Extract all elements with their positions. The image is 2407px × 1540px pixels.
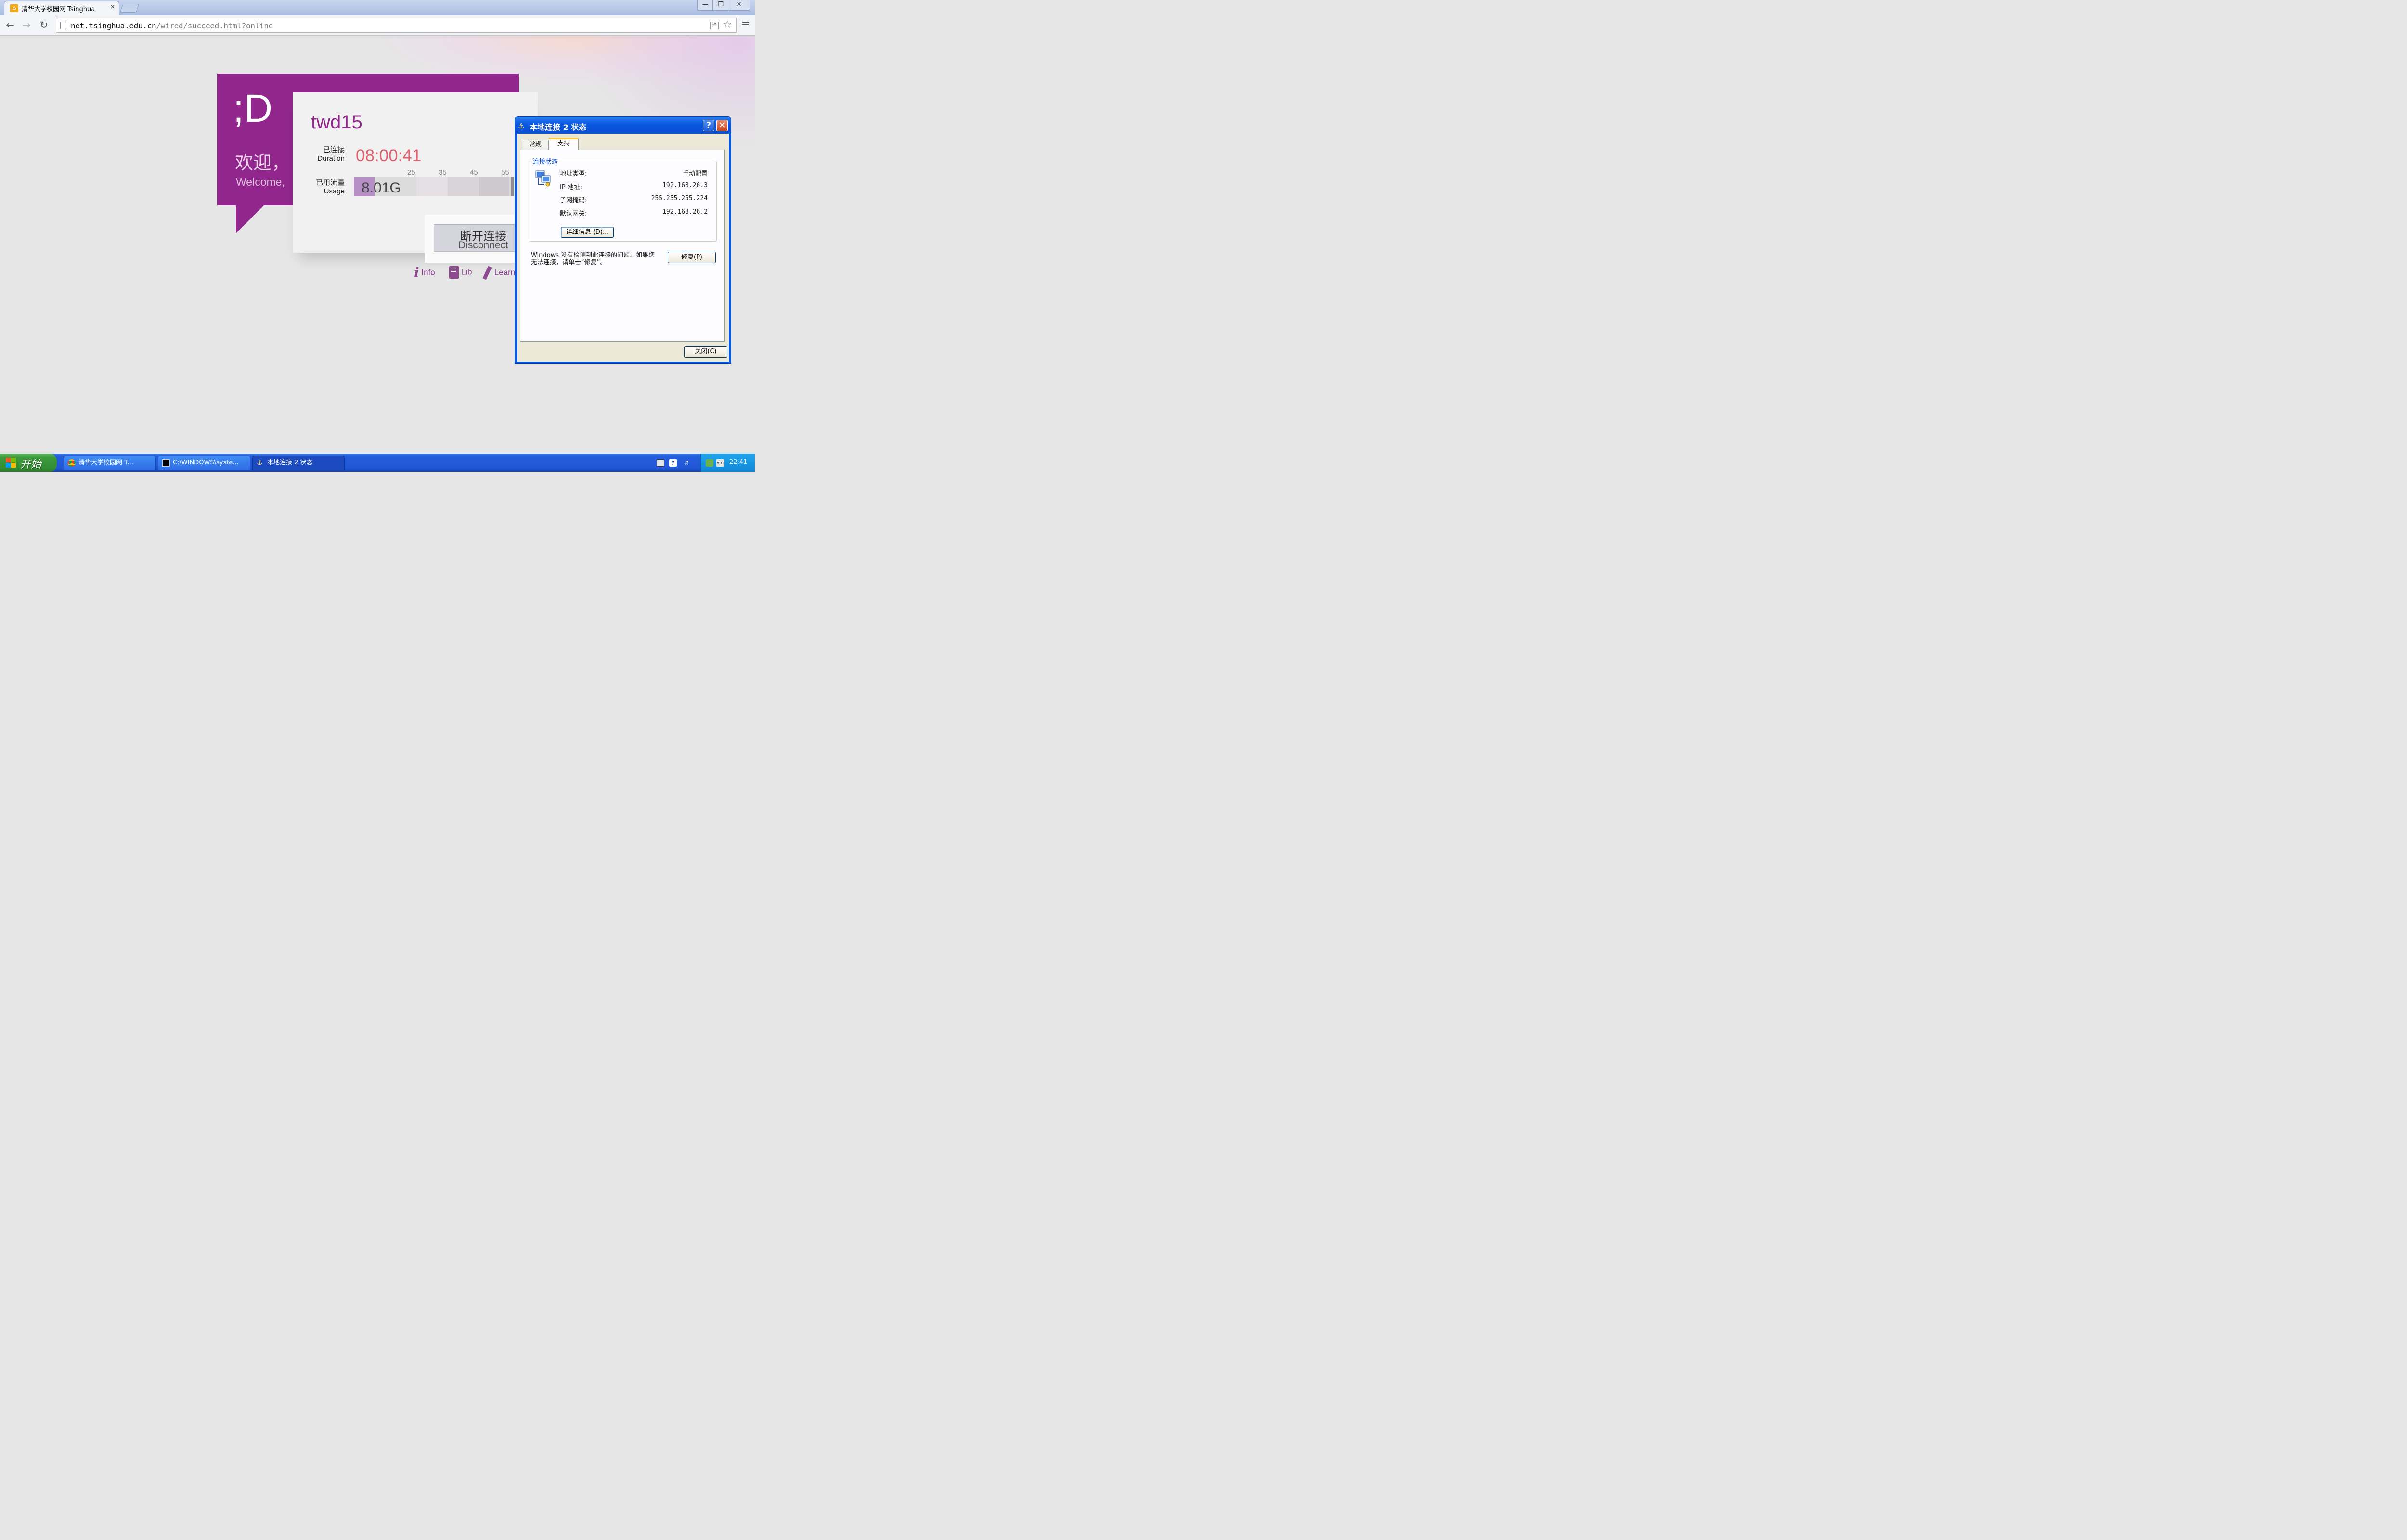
taskbar-item-browser[interactable]: 清华大学校园网 T...: [64, 456, 156, 470]
dialog-body: 常规 支持 连接状态 地址类型: 手动配置 IP 地址: 192.168.26.…: [517, 134, 729, 362]
address-type-label: 地址类型:: [560, 170, 587, 178]
duration-value: 08:00:41: [356, 146, 422, 165]
bookmark-star-icon[interactable]: ☆: [723, 19, 732, 31]
window-close-button[interactable]: ✕: [728, 0, 750, 11]
start-label: 开始: [20, 459, 42, 471]
username: twd15: [311, 112, 362, 133]
url-path: /wired/succeed.html?online: [156, 21, 273, 30]
display-tray-icon[interactable]: ⇵: [683, 459, 690, 467]
clock: 22:41: [729, 459, 748, 466]
network-tray-icon[interactable]: [706, 459, 713, 467]
pencil-icon: [482, 266, 492, 280]
vmware-tray-icon[interactable]: vm: [716, 459, 724, 467]
usage-tick: 45: [470, 168, 478, 177]
help-button[interactable]: ?: [703, 120, 714, 131]
reload-button[interactable]: ↻: [38, 19, 50, 32]
subnet-mask-label: 子网掩码:: [560, 197, 587, 204]
dialog-titlebar[interactable]: ⚓ 本地连接 2 状态 ? ✕: [515, 117, 731, 134]
translate-icon[interactable]: 译: [710, 22, 719, 29]
info-link[interactable]: i Info: [414, 266, 435, 281]
help-tray-icon[interactable]: ?: [669, 459, 677, 467]
dialog-title: 本地连接 2 状态: [530, 123, 587, 132]
tab-general[interactable]: 常规: [522, 140, 549, 150]
usage-segment: [448, 177, 479, 196]
usage-segment: [511, 177, 514, 196]
duration-label-en: Duration: [317, 154, 345, 163]
disconnect-button[interactable]: 断开连接 Disconnect: [434, 224, 518, 252]
learn-link[interactable]: Learn: [482, 266, 516, 281]
taskbar-item-label: 本地连接 2 状态: [267, 459, 313, 466]
system-tray: vm 22:41: [700, 454, 755, 472]
ip-address-label: IP 地址:: [560, 184, 582, 191]
browser-tab[interactable]: ⌂ 清华大学校园网 Tsinghua ×: [4, 1, 119, 15]
start-button[interactable]: 开始: [0, 454, 57, 472]
usage-tick: 55: [501, 168, 509, 177]
connection-status-group: 连接状态 地址类型: 手动配置 IP 地址: 192.168.26.3 子网掩码…: [529, 156, 717, 242]
tab-close-icon[interactable]: ×: [109, 4, 116, 11]
usage-value: 8.01G: [362, 180, 401, 196]
welcome-en: Welcome,: [236, 176, 285, 188]
lib-link-label: Lib: [461, 267, 472, 277]
chrome-icon: [68, 459, 76, 467]
url-text: net.tsinghua.edu.cn/wired/succeed.html?o…: [71, 21, 273, 30]
info-link-label: Info: [421, 268, 435, 277]
support-tab-panel: 连接状态 地址类型: 手动配置 IP 地址: 192.168.26.3 子网掩码…: [520, 150, 725, 342]
minimize-button[interactable]: —: [697, 0, 713, 11]
address-bar[interactable]: net.tsinghua.edu.cn/wired/succeed.html?o…: [56, 18, 737, 33]
back-button[interactable]: ←: [4, 19, 16, 32]
tab-support[interactable]: 支持: [549, 138, 579, 150]
url-host: net.tsinghua.edu.cn: [71, 21, 156, 30]
maximize-button[interactable]: ❐: [712, 0, 729, 11]
new-tab-button[interactable]: [120, 4, 139, 13]
taskbar-item-cmd[interactable]: C:\WINDOWS\syste...: [158, 456, 250, 470]
learn-link-label: Learn: [494, 268, 516, 277]
usage-tick: 35: [439, 168, 447, 177]
tsinghua-favicon-icon: ⌂: [10, 4, 18, 12]
chrome-menu-icon[interactable]: ≡: [740, 19, 751, 31]
windows-flag-icon: [6, 458, 16, 468]
usage-tick: 25: [407, 168, 415, 177]
close-button[interactable]: 关闭(C): [684, 346, 727, 358]
disconnect-label-en: Disconnect: [458, 240, 508, 251]
taskbar-item-label: C:\WINDOWS\syste...: [173, 459, 239, 466]
lib-link[interactable]: Lib: [449, 266, 472, 281]
dialog-close-icon[interactable]: ✕: [716, 120, 728, 131]
default-gateway-value: 192.168.26.2: [662, 208, 708, 216]
taskbar: 开始 清华大学校园网 T... C:\WINDOWS\syste... ⚓ 本地连…: [0, 454, 755, 472]
usage-segment: [416, 177, 448, 196]
keyboard-icon[interactable]: [657, 459, 664, 467]
taskbar-item-connection-status[interactable]: ⚓ 本地连接 2 状态: [252, 456, 345, 470]
usage-label-cn: 已用流量: [315, 178, 345, 187]
info-icon: i: [414, 265, 419, 281]
usage-label-en: Usage: [324, 187, 345, 195]
details-button[interactable]: 详细信息 (D)...: [561, 227, 614, 238]
ip-address-value: 192.168.26.3: [662, 182, 708, 189]
diagnostic-message: Windows 没有检测到此连接的问题。如果您无法连接，请单击“修复”。: [531, 252, 655, 266]
browser-toolbar: ← → ↻ net.tsinghua.edu.cn/wired/succeed.…: [0, 15, 755, 36]
book-icon: [449, 266, 459, 279]
repair-button[interactable]: 修复(P): [668, 252, 716, 263]
duration-label-cn: 已连接: [323, 145, 345, 154]
address-type-value: 手动配置: [682, 170, 708, 178]
group-title: 连接状态: [532, 156, 559, 166]
browser-titlebar: ⌂ 清华大学校园网 Tsinghua × — ❐ ✕: [0, 0, 755, 15]
network-connection-icon: ⚓: [518, 122, 525, 130]
network-connection-icon: ⚓: [257, 459, 263, 467]
taskbar-item-label: 清华大学校园网 T...: [78, 459, 133, 466]
subnet-mask-value: 255.255.255.224: [651, 195, 708, 202]
smiley-text: ;D: [233, 87, 272, 130]
speech-bubble-tail: [236, 205, 264, 233]
tab-title: 清华大学校园网 Tsinghua: [22, 6, 95, 13]
connection-status-dialog: ⚓ 本地连接 2 状态 ? ✕ 常规 支持 连接状态 地址类型: 手动配置 IP…: [515, 116, 731, 364]
network-computers-icon: [535, 170, 551, 187]
usage-segment: [479, 177, 509, 196]
forward-button[interactable]: →: [20, 19, 33, 32]
default-gateway-label: 默认网关:: [560, 210, 587, 218]
command-prompt-icon: [162, 459, 170, 467]
usage-bar: 8.01G: [354, 177, 514, 196]
welcome-cn: 欢迎，: [235, 152, 290, 173]
page-icon: [60, 22, 66, 29]
